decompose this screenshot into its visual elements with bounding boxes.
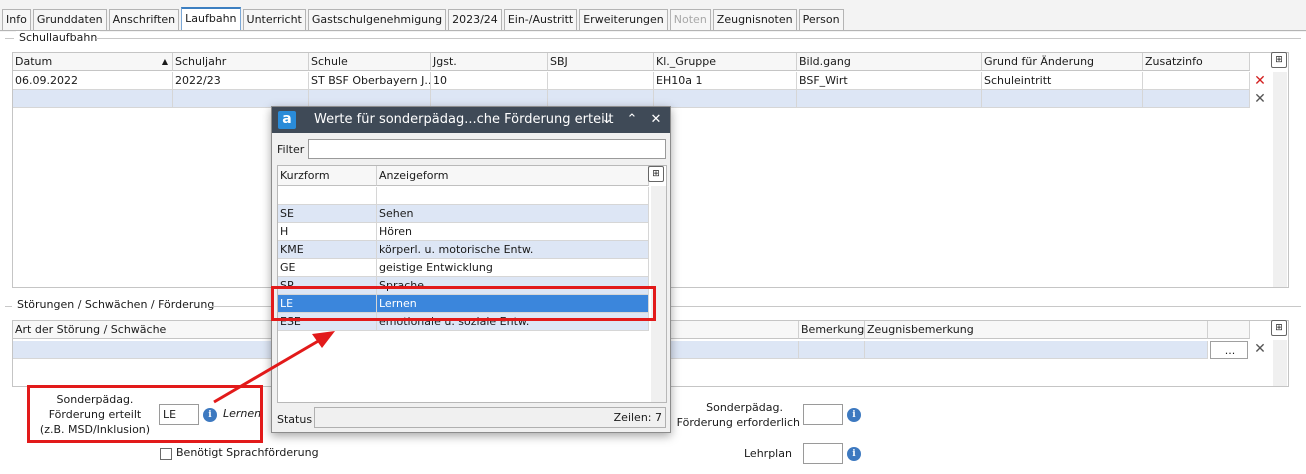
table-cell[interactable]: BSF_Wirt	[797, 72, 982, 90]
tab-info[interactable]: Info	[2, 9, 31, 30]
column-header[interactable]: Datum ▲	[13, 53, 173, 71]
delete-row-icon[interactable]: ✕	[1253, 92, 1267, 106]
table-cell[interactable]	[797, 90, 982, 108]
erforderlich-label: Sonderpädag. Förderung erforderlich	[660, 400, 800, 430]
tab-strip: Info Grunddaten Anschriften Laufbahn Unterri…	[2, 7, 846, 30]
rows-count: Zeilen: 7	[314, 407, 666, 428]
erforderlich-input[interactable]	[803, 404, 843, 425]
group-line	[5, 38, 14, 39]
column-chooser-icon[interactable]: ⊞	[1271, 320, 1287, 336]
tab-unterricht[interactable]: Unterricht	[242, 9, 306, 30]
kurzform-cell[interactable]: SE	[278, 205, 377, 223]
info-icon[interactable]: i	[847, 447, 861, 461]
schullaufbahn-group-label: Schullaufbahn	[16, 31, 101, 44]
filter-label: Filter	[277, 143, 305, 156]
table-cell[interactable]: Schuleintritt	[982, 72, 1143, 90]
lehrplan-input[interactable]	[803, 443, 843, 464]
column-header[interactable]: Zusatzinfo	[1143, 53, 1250, 71]
highlight-box	[271, 286, 656, 321]
table-cell[interactable]: 06.09.2022	[13, 72, 173, 90]
label-line: Sonderpädag.	[706, 401, 783, 414]
tab-divider	[0, 30, 1306, 31]
checkbox-label: Benötigt Sprachförderung	[176, 446, 319, 459]
tab-2023-24[interactable]: 2023/24	[448, 9, 502, 30]
dialog-title: Werte für sonderpädag...che Förderung er…	[314, 112, 614, 127]
chevron-down-icon[interactable]: ⌄	[597, 107, 617, 133]
table-cell[interactable]	[1143, 72, 1250, 90]
table-cell[interactable]: 2022/23	[173, 72, 309, 90]
values-table[interactable]: Kurzform Anzeigeform SE Sehen H Hören KME kör…	[277, 165, 667, 403]
tab-gastschulgenehmigung[interactable]: Gastschulgenehmigung	[307, 9, 447, 30]
column-header[interactable]: Bemerkung	[799, 321, 865, 339]
tab-bar: Info Grunddaten Anschriften Laufbahn Unterri…	[0, 0, 1306, 32]
table-row[interactable]: KME körperl. u. motorische Entw.	[278, 241, 649, 259]
tab-grunddaten[interactable]: Grunddaten	[32, 9, 107, 30]
tab-erweiterungen[interactable]: Erweiterungen	[579, 9, 668, 30]
tab-noten[interactable]: Noten	[669, 9, 711, 30]
anzeigeform-cell[interactable]: Hören	[377, 223, 649, 241]
kurzform-cell[interactable]: GE	[278, 259, 377, 277]
kurzform-cell[interactable]: H	[278, 223, 377, 241]
filter-input[interactable]	[308, 139, 666, 159]
table-cell[interactable]	[1143, 90, 1250, 108]
anzeigeform-cell[interactable]: geistige Entwicklung	[377, 259, 649, 277]
table-cell[interactable]: EH10a 1	[654, 72, 797, 90]
table-cell[interactable]	[865, 341, 1208, 359]
label-line: Förderung erforderlich	[676, 416, 800, 429]
table-scrollbar[interactable]	[1273, 340, 1287, 386]
column-header[interactable]: Zeugnisbemerkung	[865, 321, 1208, 339]
column-header[interactable]: Kurzform	[278, 166, 377, 186]
anzeigeform-cell[interactable]: Sehen	[377, 205, 649, 223]
table-row[interactable]: GE geistige Entwicklung	[278, 259, 649, 277]
kurzform-cell[interactable]	[278, 187, 377, 205]
lehrplan-label: Lehrplan	[744, 447, 792, 460]
chevron-up-icon[interactable]: ⌃	[622, 107, 642, 133]
column-header[interactable]	[1208, 321, 1250, 339]
sort-asc-icon: ▲	[161, 57, 168, 66]
table-cell[interactable]	[654, 90, 797, 108]
column-header[interactable]: Kl._Gruppe	[654, 53, 797, 71]
delete-row-icon[interactable]: ✕	[1253, 74, 1267, 88]
table-cell[interactable]: ST BSF Oberbayern J...	[309, 72, 431, 90]
anzeigeform-cell[interactable]	[377, 187, 649, 205]
column-header[interactable]: Schuljahr	[173, 53, 309, 71]
stoerungen-group-label: Störungen / Schwächen / Förderung	[14, 298, 218, 311]
column-header[interactable]: Anzeigeform	[377, 166, 649, 186]
table-scrollbar[interactable]	[1273, 72, 1287, 287]
column-header[interactable]: SBJ	[548, 53, 654, 71]
anzeigeform-cell[interactable]: körperl. u. motorische Entw.	[377, 241, 649, 259]
dialog-title-bar[interactable]: a Werte für sonderpädag...che Förderung …	[272, 107, 670, 133]
close-icon[interactable]: ✕	[646, 107, 666, 133]
delete-row-icon[interactable]: ✕	[1253, 342, 1267, 356]
column-chooser-icon[interactable]: ⊞	[648, 166, 664, 182]
column-header[interactable]: Grund für Änderung	[982, 53, 1143, 71]
table-cell[interactable]	[548, 72, 654, 90]
table-cell[interactable]	[799, 341, 865, 359]
tab-anschriften[interactable]: Anschriften	[108, 9, 180, 30]
tab-ein-austritt[interactable]: Ein-/Austritt	[503, 9, 578, 30]
column-header[interactable]: Jgst.	[431, 53, 548, 71]
table-cell[interactable]	[982, 90, 1143, 108]
column-header[interactable]: Schule	[309, 53, 431, 71]
app-logo-icon: a	[278, 111, 296, 129]
group-line	[5, 306, 12, 307]
table-row[interactable]: SE Sehen	[278, 205, 649, 223]
highlight-box	[27, 385, 263, 443]
status-label: Status	[277, 413, 313, 426]
column-header[interactable]: Bild.gang	[797, 53, 982, 71]
group-line	[96, 38, 1301, 39]
column-chooser-icon[interactable]: ⊞	[1271, 52, 1287, 68]
info-icon[interactable]: i	[847, 408, 861, 422]
ellipsis-button[interactable]: ...	[1210, 341, 1248, 359]
table-row[interactable]	[278, 187, 649, 205]
tab-zeugnisnoten[interactable]: Zeugnisnoten	[712, 9, 797, 30]
table-row[interactable]: H Hören	[278, 223, 649, 241]
table-cell[interactable]: 10	[431, 72, 548, 90]
kurzform-cell[interactable]: KME	[278, 241, 377, 259]
table-cell[interactable]	[13, 90, 173, 108]
selection-dialog[interactable]: a Werte für sonderpädag...che Förderung …	[271, 106, 671, 433]
sprachfoerderung-checkbox[interactable]	[160, 448, 172, 460]
tab-person[interactable]: Person	[798, 9, 844, 30]
tab-laufbahn[interactable]: Laufbahn	[181, 7, 241, 30]
